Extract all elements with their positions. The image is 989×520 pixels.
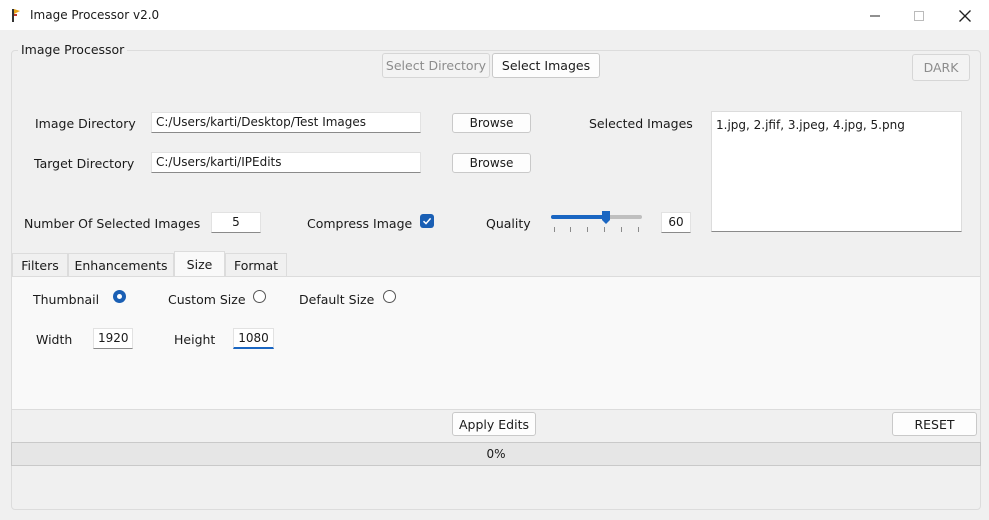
compress-image-checkbox[interactable] — [420, 214, 434, 228]
custom-size-radio[interactable] — [253, 290, 266, 303]
target-directory-input[interactable]: C:/Users/karti/IPEdits — [151, 152, 421, 173]
browse-image-directory-button[interactable]: Browse — [452, 113, 531, 133]
apply-edits-button[interactable]: Apply Edits — [452, 412, 536, 436]
width-label: Width — [36, 332, 73, 347]
browse-target-directory-button[interactable]: Browse — [452, 153, 531, 173]
thumbnail-label: Thumbnail — [33, 292, 100, 307]
tab-size[interactable]: Size — [174, 251, 225, 277]
minimize-icon — [870, 15, 880, 16]
close-icon — [959, 9, 971, 22]
title-bar: Image Processor v2.0 — [0, 0, 989, 31]
default-size-label: Default Size — [299, 292, 375, 307]
quality-slider[interactable] — [551, 211, 642, 224]
selected-count-field: 5 — [211, 212, 261, 233]
maximize-icon — [914, 10, 924, 21]
select-directory-button[interactable]: Select Directory — [382, 53, 490, 78]
quality-value-field: 60 — [661, 212, 691, 233]
default-size-radio[interactable] — [383, 290, 396, 303]
reset-button[interactable]: RESET — [892, 412, 977, 436]
select-images-button[interactable]: Select Images — [492, 53, 600, 78]
window-title: Image Processor v2.0 — [30, 8, 160, 22]
thumbnail-radio[interactable] — [113, 290, 126, 303]
quality-label: Quality — [486, 216, 531, 231]
tab-filters[interactable]: Filters — [12, 253, 68, 276]
minimize-button[interactable] — [852, 0, 898, 31]
height-label: Height — [174, 332, 216, 347]
selected-images-label: Selected Images — [589, 116, 693, 131]
progress-text: 0% — [486, 447, 506, 461]
progress-bar: 0% — [11, 442, 981, 466]
app-icon — [12, 9, 20, 22]
custom-size-label: Custom Size — [168, 292, 246, 307]
width-input[interactable]: 1920 — [93, 328, 133, 349]
size-tab-panel — [11, 276, 981, 410]
image-directory-label: Image Directory — [35, 116, 136, 131]
quality-slider-fill — [551, 215, 606, 219]
tab-format[interactable]: Format — [225, 253, 287, 276]
close-button[interactable] — [942, 0, 988, 31]
selected-images-list[interactable]: 1.jpg, 2.jfif, 3.jpeg, 4.jpg, 5.png — [711, 111, 962, 232]
checkmark-icon — [422, 217, 432, 225]
quality-slider-thumb[interactable] — [601, 210, 611, 225]
height-input[interactable]: 1080 — [233, 328, 274, 349]
compress-image-label: Compress Image — [307, 216, 413, 231]
dark-mode-button[interactable]: DARK — [912, 54, 970, 81]
target-directory-label: Target Directory — [34, 156, 135, 171]
maximize-button[interactable] — [896, 0, 942, 31]
tab-enhancements[interactable]: Enhancements — [68, 253, 174, 276]
image-directory-input[interactable]: C:/Users/karti/Desktop/Test Images — [151, 112, 421, 133]
selected-count-label: Number Of Selected Images — [24, 216, 201, 231]
group-title: Image Processor — [18, 42, 128, 57]
quality-slider-ticks — [554, 227, 639, 232]
